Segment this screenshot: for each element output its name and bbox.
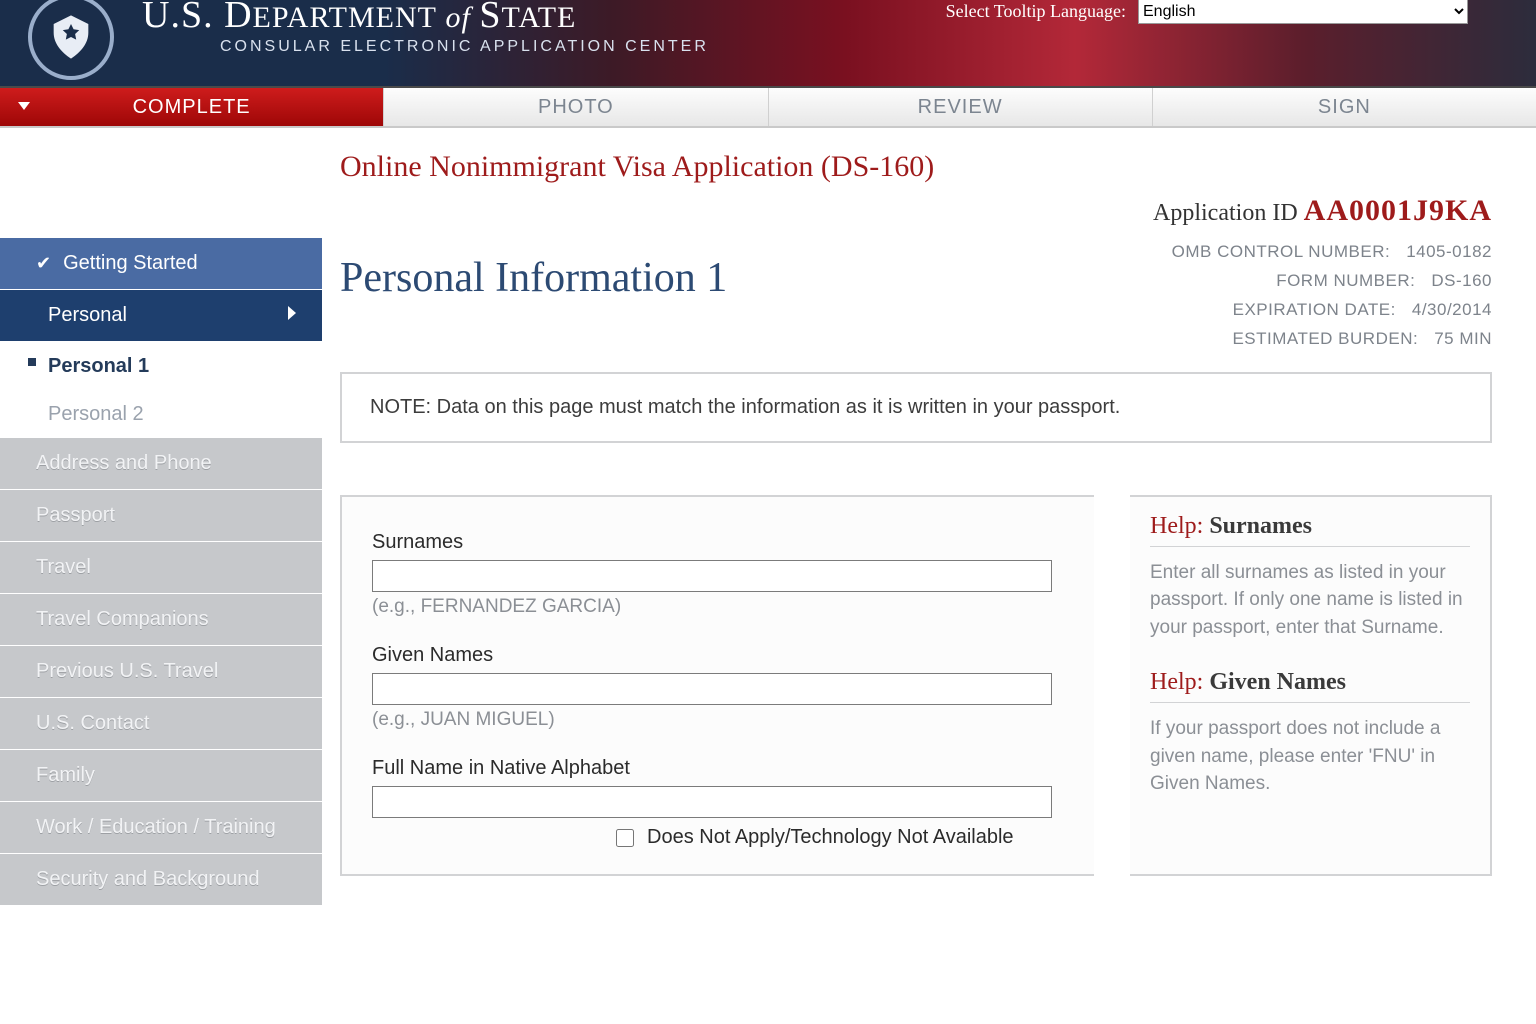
- help-panel: Help: Surnames Enter all surnames as lis…: [1130, 495, 1492, 876]
- dept-subtitle: CONSULAR ELECTRONIC APPLICATION CENTER: [220, 38, 709, 56]
- passport-note: NOTE: Data on this page must match the i…: [340, 372, 1492, 443]
- language-selector: Select Tooltip Language: English: [946, 0, 1468, 24]
- sidebar-item-address-phone: Address and Phone: [0, 438, 322, 490]
- tab-sign[interactable]: SIGN: [1152, 88, 1536, 126]
- given-names-label: Given Names: [372, 644, 1064, 667]
- sidebar-item-personal[interactable]: Personal: [0, 290, 322, 342]
- surnames-label: Surnames: [372, 531, 1064, 554]
- sidebar-item-family: Family: [0, 750, 322, 802]
- dept-title: U.S. DEPARTMENT of STATE: [142, 0, 576, 34]
- given-names-hint: (e.g., JUAN MIGUEL): [372, 709, 1064, 731]
- sidebar-item-getting-started[interactable]: ✔ Getting Started: [0, 238, 322, 290]
- help-surnames-heading: Help: Surnames: [1150, 513, 1470, 540]
- chevron-right-icon: [288, 306, 296, 320]
- main-content: Online Nonimmigrant Visa Application (DS…: [322, 128, 1536, 1024]
- sidebar-item-security-background: Security and Background: [0, 854, 322, 906]
- given-names-input[interactable]: [372, 673, 1052, 705]
- sidebar-item-work-education: Work / Education / Training: [0, 802, 322, 854]
- sidebar-subitem-personal-2[interactable]: Personal 2: [0, 390, 322, 438]
- sidebar-item-previous-us-travel: Previous U.S. Travel: [0, 646, 322, 698]
- does-not-apply-label: Does Not Apply/Technology Not Available: [647, 826, 1014, 849]
- sidebar-item-us-contact: U.S. Contact: [0, 698, 322, 750]
- surnames-input[interactable]: [372, 560, 1052, 592]
- progress-tabs: COMPLETE PHOTO REVIEW SIGN: [0, 88, 1536, 128]
- state-dept-seal-icon: [28, 0, 114, 80]
- surnames-hint: (e.g., FERNANDEZ GARCIA): [372, 596, 1064, 618]
- tab-complete-label: COMPLETE: [133, 96, 251, 119]
- does-not-apply-checkbox[interactable]: [616, 829, 634, 847]
- application-id-row: Application ID AA0001J9KA: [340, 194, 1492, 228]
- sidebar-subitem-personal-1[interactable]: Personal 1: [0, 342, 322, 390]
- language-label: Select Tooltip Language:: [946, 1, 1126, 22]
- sidebar-nav: ✔ Getting Started Personal Personal 1 Pe…: [0, 128, 322, 1024]
- header-banner: U.S. DEPARTMENT of STATE CONSULAR ELECTR…: [0, 0, 1536, 88]
- chevron-down-icon: [18, 102, 30, 110]
- application-id-value: AA0001J9KA: [1304, 194, 1492, 227]
- application-id-label: Application ID: [1153, 200, 1298, 226]
- tab-complete[interactable]: COMPLETE: [0, 88, 383, 126]
- tab-photo[interactable]: PHOTO: [383, 88, 767, 126]
- help-surnames-body: Enter all surnames as listed in your pas…: [1150, 546, 1470, 642]
- help-given-body: If your passport does not include a give…: [1150, 702, 1470, 798]
- language-dropdown[interactable]: English: [1138, 0, 1468, 24]
- help-given-heading: Help: Given Names: [1150, 669, 1470, 696]
- sidebar-item-travel: Travel: [0, 542, 322, 594]
- native-name-label: Full Name in Native Alphabet: [372, 757, 1064, 780]
- form-fields: Surnames (e.g., FERNANDEZ GARCIA) Given …: [340, 495, 1094, 876]
- native-name-input[interactable]: [372, 786, 1052, 818]
- sidebar-item-passport: Passport: [0, 490, 322, 542]
- bullet-icon: [28, 358, 36, 366]
- sidebar-item-travel-companions: Travel Companions: [0, 594, 322, 646]
- check-icon: ✔: [36, 253, 51, 274]
- tab-review[interactable]: REVIEW: [768, 88, 1152, 126]
- page-title: Online Nonimmigrant Visa Application (DS…: [340, 150, 1492, 184]
